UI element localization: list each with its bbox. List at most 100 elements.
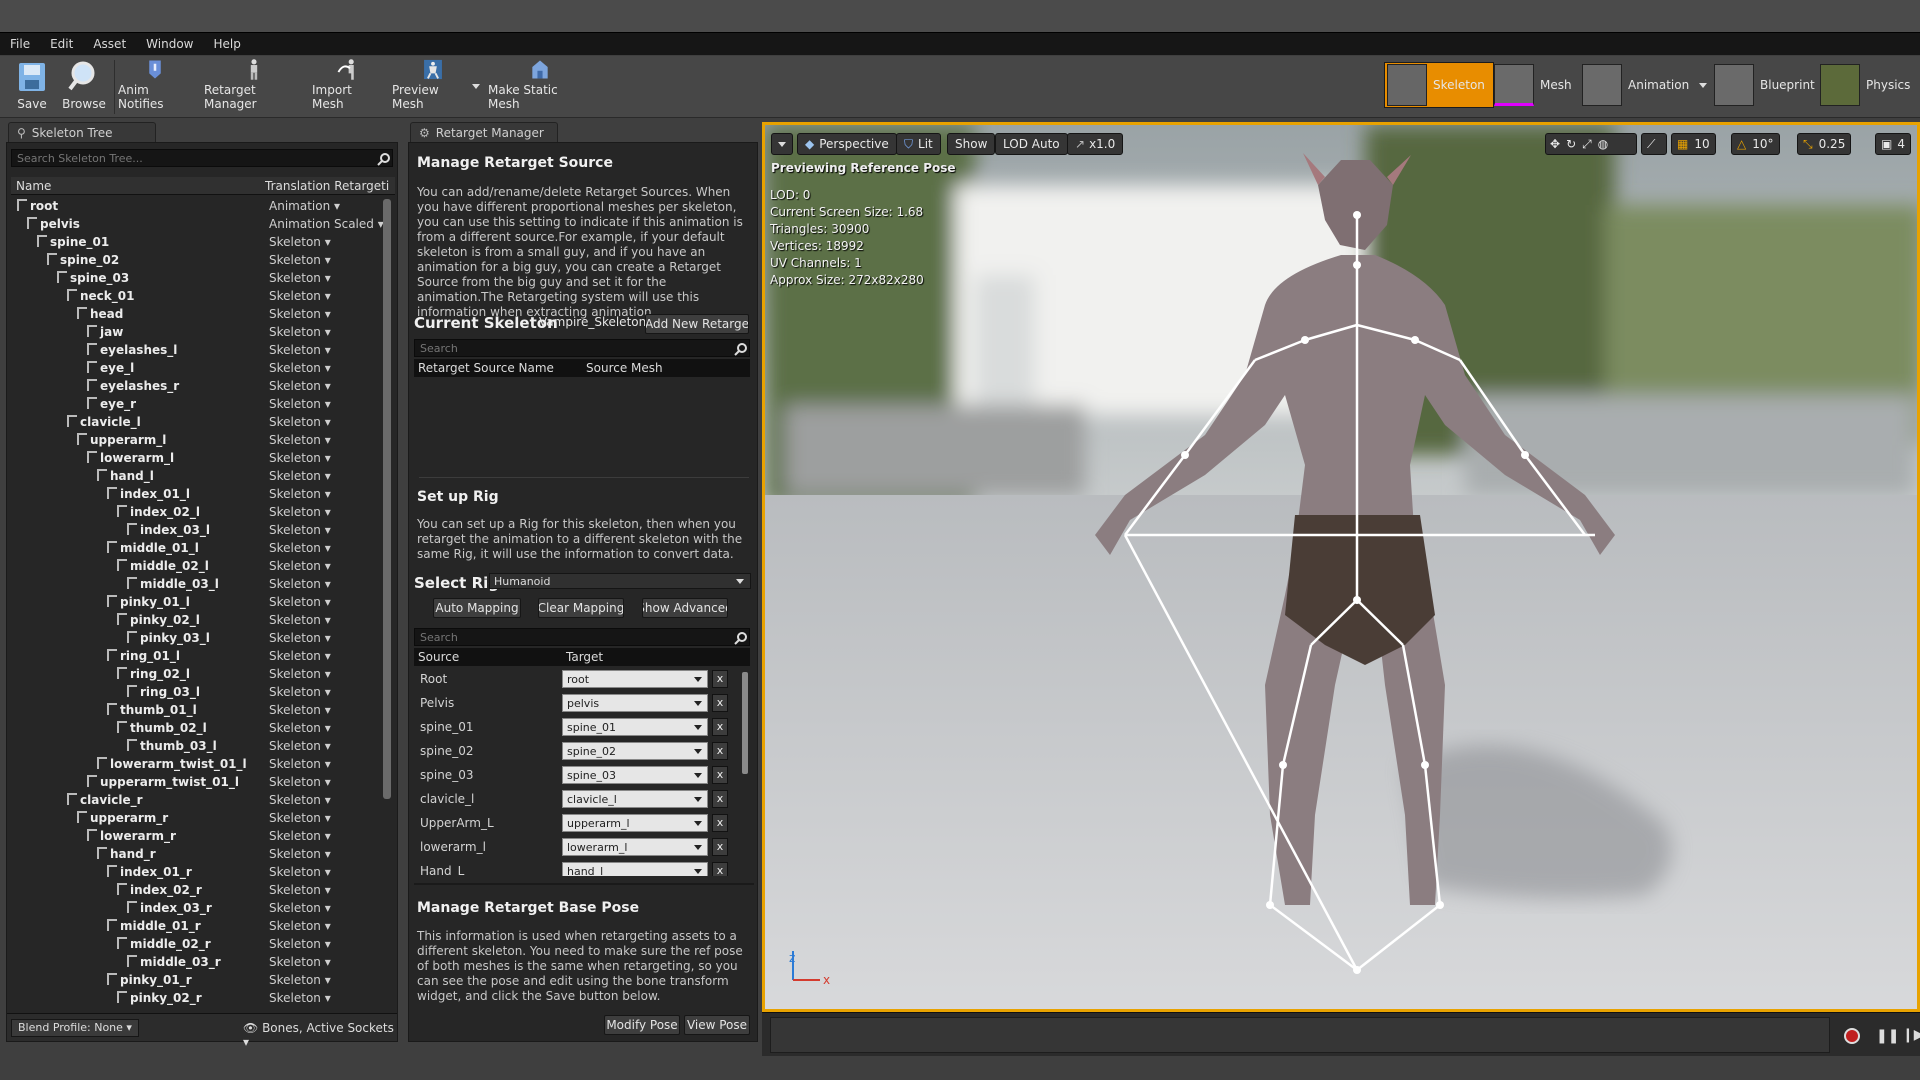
timeline-track[interactable] <box>770 1017 1830 1053</box>
tree-row[interactable]: spine_01 Skeleton ▾ <box>11 233 395 251</box>
viewport[interactable]: ◆ Perspective ⛉ Lit Show LOD Auto ↗ x1.0… <box>762 122 1920 1012</box>
tree-row[interactable]: pinky_01_l Skeleton ▾ <box>11 593 395 611</box>
scale-snap-button[interactable]: ⤡ 0.25 <box>1797 133 1852 155</box>
tree-row[interactable]: ring_01_l Skeleton ▾ <box>11 647 395 665</box>
retarget-mode-dropdown[interactable]: Skeleton ▾ <box>269 325 331 339</box>
perspective-button[interactable]: ◆ Perspective <box>797 133 897 155</box>
retarget-mode-dropdown[interactable]: Skeleton ▾ <box>269 703 331 717</box>
tree-row[interactable]: root Animation ▾ <box>11 197 395 215</box>
retarget-mode-dropdown[interactable]: Skeleton ▾ <box>269 955 331 969</box>
mapping-target-dropdown[interactable]: hand_l <box>562 862 708 876</box>
retarget-mode-dropdown[interactable]: Skeleton ▾ <box>269 307 331 321</box>
tree-row[interactable]: index_01_r Skeleton ▾ <box>11 863 395 881</box>
clear-mapping-x-button[interactable]: x <box>712 790 728 808</box>
lod-button[interactable]: LOD Auto <box>995 133 1068 155</box>
mapping-target-dropdown[interactable]: clavicle_l <box>562 790 708 808</box>
tree-row[interactable]: upperarm_l Skeleton ▾ <box>11 431 395 449</box>
retarget-mode-dropdown[interactable]: Skeleton ▾ <box>269 829 331 843</box>
retarget-mode-dropdown[interactable]: Skeleton ▾ <box>269 451 331 465</box>
auto-mapping-button[interactable]: Auto Mapping <box>433 598 521 618</box>
preview-mesh-dropdown-arrow[interactable] <box>472 84 480 89</box>
menu-asset[interactable]: Asset <box>93 37 126 51</box>
skeleton-tree-scrollbar[interactable] <box>383 199 391 799</box>
retarget-mode-dropdown[interactable]: Skeleton ▾ <box>269 613 331 627</box>
mapping-scrollbar[interactable] <box>742 672 748 774</box>
show-bones-dropdown[interactable]: 👁 Bones, Active Sockets ▾ <box>243 1021 397 1049</box>
retarget-mode-dropdown[interactable]: Skeleton ▾ <box>269 271 331 285</box>
name-column-header[interactable]: Name <box>16 179 51 193</box>
import-mesh-button[interactable]: Import Mesh <box>312 58 384 116</box>
tree-row[interactable]: pinky_02_l Skeleton ▾ <box>11 611 395 629</box>
save-button[interactable]: Save <box>12 58 52 116</box>
retarget-mode-dropdown[interactable]: Skeleton ▾ <box>269 865 331 879</box>
record-icon[interactable] <box>1844 1028 1860 1044</box>
retarget-mode-dropdown[interactable]: Skeleton ▾ <box>269 379 331 393</box>
animation-mode-dropdown-arrow[interactable] <box>1699 82 1708 88</box>
clear-mapping-x-button[interactable]: x <box>712 694 728 712</box>
playback-speed-button[interactable]: ↗ x1.0 <box>1067 133 1124 155</box>
tree-row[interactable]: spine_02 Skeleton ▾ <box>11 251 395 269</box>
retarget-mode-dropdown[interactable]: Skeleton ▾ <box>269 595 331 609</box>
retarget-mode-dropdown[interactable]: Skeleton ▾ <box>269 631 331 645</box>
tree-row[interactable]: middle_03_l Skeleton ▾ <box>11 575 395 593</box>
step-forward-icon[interactable]: ❙▶ <box>1902 1027 1920 1043</box>
retarget-mode-dropdown[interactable]: Skeleton ▾ <box>269 505 331 519</box>
mapping-target-dropdown[interactable]: spine_03 <box>562 766 708 784</box>
retarget-mode-dropdown[interactable]: Skeleton ▾ <box>269 919 331 933</box>
tree-row[interactable]: index_03_l Skeleton ▾ <box>11 521 395 539</box>
tree-row[interactable]: ring_02_l Skeleton ▾ <box>11 665 395 683</box>
retarget-mode-dropdown[interactable]: Skeleton ▾ <box>269 937 331 951</box>
retarget-mode-dropdown[interactable]: Skeleton ▾ <box>269 739 331 753</box>
clear-mapping-x-button[interactable]: x <box>712 838 728 856</box>
target-column-header[interactable]: Target <box>566 650 603 664</box>
retarget-mode-dropdown[interactable]: Skeleton ▾ <box>269 883 331 897</box>
anim-notifies-button[interactable]: Anim Notifies <box>118 58 192 116</box>
mode-skeleton-button[interactable]: Skeleton <box>1384 62 1494 108</box>
rotation-snap-button[interactable]: △ 10° <box>1731 133 1780 155</box>
lit-button[interactable]: ⛉ Lit <box>896 133 941 155</box>
tree-row[interactable]: middle_01_l Skeleton ▾ <box>11 539 395 557</box>
tree-row[interactable]: middle_02_l Skeleton ▾ <box>11 557 395 575</box>
tree-row[interactable]: eye_l Skeleton ▾ <box>11 359 395 377</box>
world-icon[interactable]: ◍ <box>1598 137 1608 151</box>
tree-row[interactable]: hand_l Skeleton ▾ <box>11 467 395 485</box>
tree-row[interactable]: lowerarm_twist_01_l Skeleton ▾ <box>11 755 395 773</box>
retarget-mode-dropdown[interactable]: Skeleton ▾ <box>269 235 331 249</box>
skeleton-tree-search-input[interactable] <box>11 149 393 167</box>
tree-row[interactable]: thumb_03_l Skeleton ▾ <box>11 737 395 755</box>
retarget-source-name-column[interactable]: Retarget Source Name <box>418 361 554 375</box>
source-mesh-column[interactable]: Source Mesh <box>586 361 663 375</box>
mode-blueprint-button[interactable]: Blueprint <box>1712 62 1823 108</box>
tree-row[interactable]: ring_03_l Skeleton ▾ <box>11 683 395 701</box>
camera-speed-button[interactable]: ▣ 4 <box>1875 133 1911 155</box>
retarget-mode-dropdown[interactable]: Skeleton ▾ <box>269 469 331 483</box>
tree-row[interactable]: pinky_02_r Skeleton ▾ <box>11 989 395 1005</box>
retarget-mode-dropdown[interactable]: Skeleton ▾ <box>269 487 331 501</box>
retarget-mode-dropdown[interactable]: Skeleton ▾ <box>269 775 331 789</box>
mapping-target-dropdown[interactable]: spine_01 <box>562 718 708 736</box>
tree-row[interactable]: index_02_l Skeleton ▾ <box>11 503 395 521</box>
menu-window[interactable]: Window <box>146 37 193 51</box>
retarget-mode-dropdown[interactable]: Skeleton ▾ <box>269 433 331 447</box>
retarget-mode-dropdown[interactable]: Skeleton ▾ <box>269 415 331 429</box>
mode-physics-button[interactable]: Physics <box>1818 62 1918 108</box>
clear-mapping-x-button[interactable]: x <box>712 862 728 876</box>
retarget-mode-dropdown[interactable]: Animation ▾ <box>269 199 340 213</box>
menu-file[interactable]: File <box>10 37 30 51</box>
preview-mesh-button[interactable]: Preview Mesh <box>392 58 474 116</box>
retarget-mode-dropdown[interactable]: Animation Scaled ▾ <box>269 217 384 231</box>
tree-row[interactable]: pinky_03_l Skeleton ▾ <box>11 629 395 647</box>
blend-profile-dropdown[interactable]: Blend Profile: None ▾ <box>11 1019 139 1037</box>
retarget-mode-dropdown[interactable]: Skeleton ▾ <box>269 847 331 861</box>
translation-retargeting-column-header[interactable]: Translation Retargeti <box>265 179 393 193</box>
tree-row[interactable]: eyelashes_r Skeleton ▾ <box>11 377 395 395</box>
retarget-manager-button[interactable]: Retarget Manager <box>204 58 304 116</box>
tree-row[interactable]: thumb_02_l Skeleton ▾ <box>11 719 395 737</box>
show-button[interactable]: Show <box>947 133 996 155</box>
modify-pose-button[interactable]: Modify Pose <box>604 1015 680 1035</box>
retarget-mode-dropdown[interactable]: Skeleton ▾ <box>269 721 331 735</box>
tree-row[interactable]: thumb_01_l Skeleton ▾ <box>11 701 395 719</box>
browse-button[interactable]: Browse <box>60 58 108 116</box>
menu-edit[interactable]: Edit <box>50 37 73 51</box>
tree-row[interactable]: middle_01_r Skeleton ▾ <box>11 917 395 935</box>
